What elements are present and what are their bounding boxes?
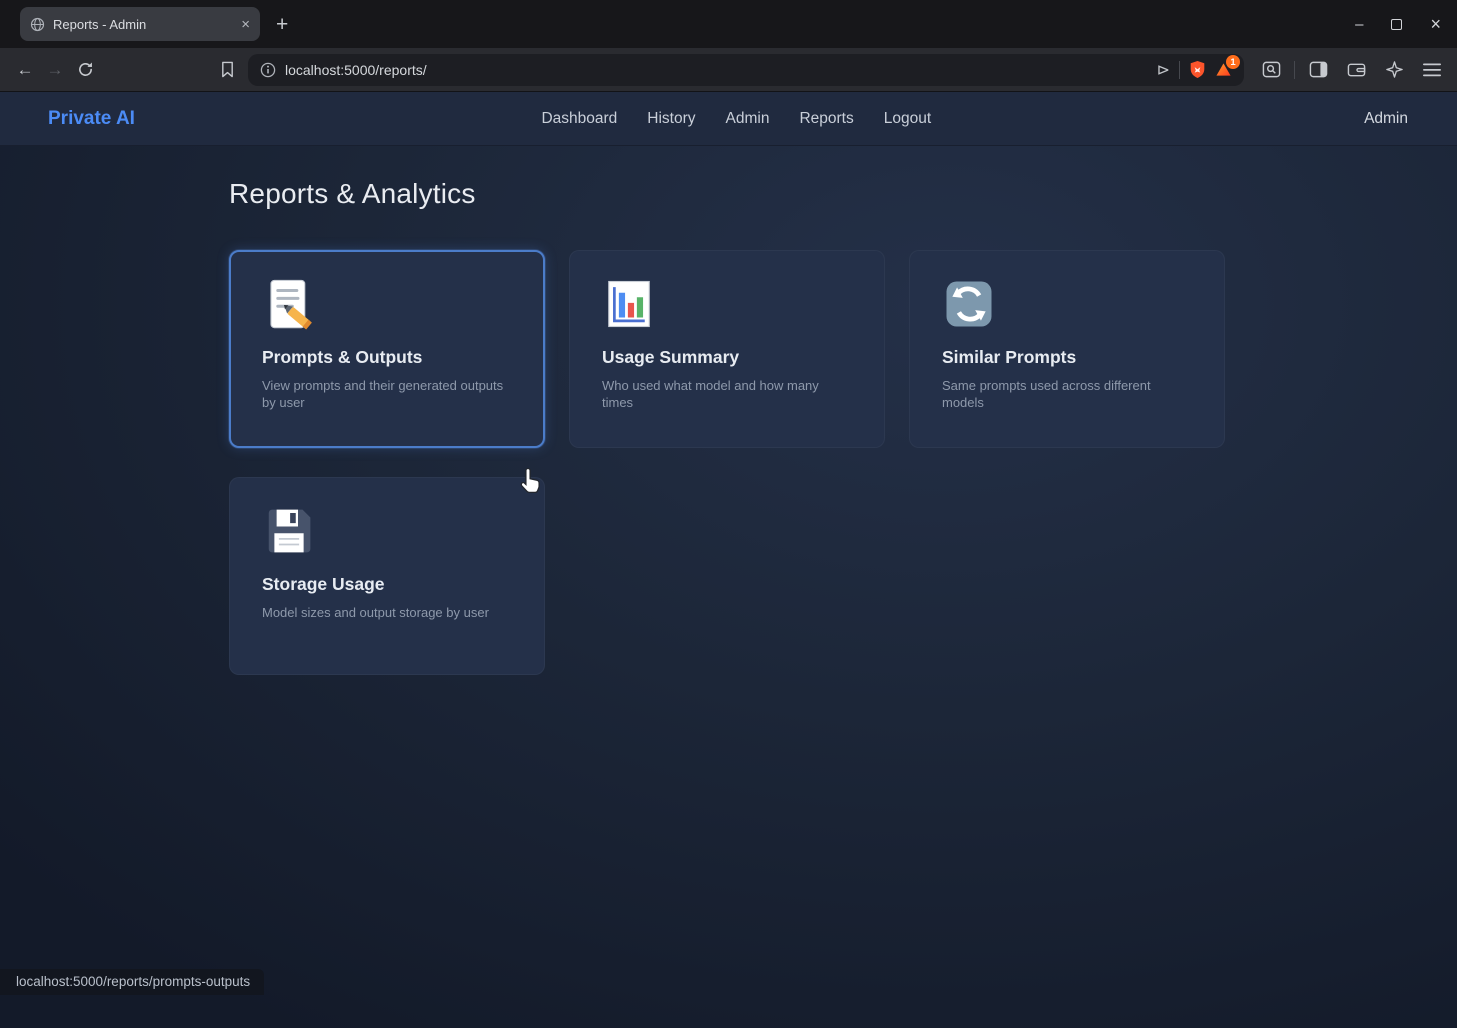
site-favicon-globe-icon xyxy=(30,17,45,32)
tab-title: Reports - Admin xyxy=(53,17,233,32)
card-title: Storage Usage xyxy=(262,574,512,595)
card-title: Usage Summary xyxy=(602,347,852,368)
card-description: View prompts and their generated outputs… xyxy=(262,377,512,411)
bar-chart-icon xyxy=(602,277,852,333)
browser-toolbar: ← → localhost:5000/reports/ ⊳ xyxy=(0,48,1457,92)
wallet-icon[interactable] xyxy=(1341,55,1371,85)
reload-button[interactable] xyxy=(70,55,100,85)
url-bar[interactable]: localhost:5000/reports/ ⊳ 1 xyxy=(248,54,1244,86)
nav-link-dashboard[interactable]: Dashboard xyxy=(541,110,617,128)
page-content: Reports & Analytics Prompts & Outp xyxy=(0,146,1457,1028)
card-description: Model sizes and output storage by user xyxy=(262,604,512,621)
report-cards-grid: Prompts & Outputs View prompts and their… xyxy=(229,250,1225,675)
nav-links: Dashboard History Admin Reports Logout xyxy=(541,92,931,146)
card-prompts-outputs[interactable]: Prompts & Outputs View prompts and their… xyxy=(229,250,545,448)
card-similar-prompts[interactable]: Similar Prompts Same prompts used across… xyxy=(909,250,1225,448)
page-title: Reports & Analytics xyxy=(229,178,476,210)
current-user-label: Admin xyxy=(1364,110,1408,128)
site-info-icon[interactable] xyxy=(260,62,276,78)
tab-close-icon[interactable]: × xyxy=(241,16,250,33)
card-title: Prompts & Outputs xyxy=(262,347,512,368)
divider xyxy=(1294,61,1295,79)
rewards-badge-count: 1 xyxy=(1226,55,1240,69)
menu-hamburger-icon[interactable] xyxy=(1417,55,1447,85)
new-tab-button[interactable]: + xyxy=(276,14,288,35)
divider xyxy=(1179,61,1180,79)
card-title: Similar Prompts xyxy=(942,347,1192,368)
brave-shields-icon[interactable] xyxy=(1189,60,1206,79)
site-navbar: Private AI Dashboard History Admin Repor… xyxy=(0,92,1457,146)
nav-link-reports[interactable]: Reports xyxy=(799,110,853,128)
floppy-disk-icon xyxy=(262,504,512,560)
brave-rewards-icon[interactable]: 1 xyxy=(1215,62,1232,77)
brand-logo[interactable]: Private AI xyxy=(48,108,135,130)
forward-button[interactable]: → xyxy=(40,55,70,85)
toolbar-right-icons xyxy=(1256,55,1447,85)
search-panel-icon[interactable] xyxy=(1256,55,1286,85)
browser-tab-bar: Reports - Admin × + – × xyxy=(0,0,1457,48)
nav-link-logout[interactable]: Logout xyxy=(884,110,931,128)
back-button[interactable]: ← xyxy=(10,55,40,85)
mouse-cursor-pointer xyxy=(519,467,543,494)
nav-link-admin[interactable]: Admin xyxy=(726,110,770,128)
card-description: Same prompts used across different model… xyxy=(942,377,1192,411)
window-minimize-button[interactable]: – xyxy=(1355,17,1363,32)
counterclockwise-arrows-icon xyxy=(942,277,1192,333)
card-description: Who used what model and how many times xyxy=(602,377,852,411)
window-controls: – × xyxy=(1355,15,1441,33)
memo-pencil-icon xyxy=(262,277,512,333)
window-maximize-button[interactable] xyxy=(1391,19,1402,30)
url-text[interactable]: localhost:5000/reports/ xyxy=(285,62,427,78)
bookmark-icon[interactable] xyxy=(212,55,242,85)
sidebar-toggle-icon[interactable] xyxy=(1303,55,1333,85)
browser-tab[interactable]: Reports - Admin × xyxy=(20,7,260,41)
share-send-icon[interactable]: ⊳ xyxy=(1157,60,1170,80)
status-bar-link-preview: localhost:5000/reports/prompts-outputs xyxy=(0,969,264,995)
leo-ai-sparkle-icon[interactable] xyxy=(1379,55,1409,85)
card-storage-usage[interactable]: Storage Usage Model sizes and output sto… xyxy=(229,477,545,675)
card-usage-summary[interactable]: Usage Summary Who used what model and ho… xyxy=(569,250,885,448)
nav-link-history[interactable]: History xyxy=(647,110,695,128)
window-close-button[interactable]: × xyxy=(1430,15,1441,33)
